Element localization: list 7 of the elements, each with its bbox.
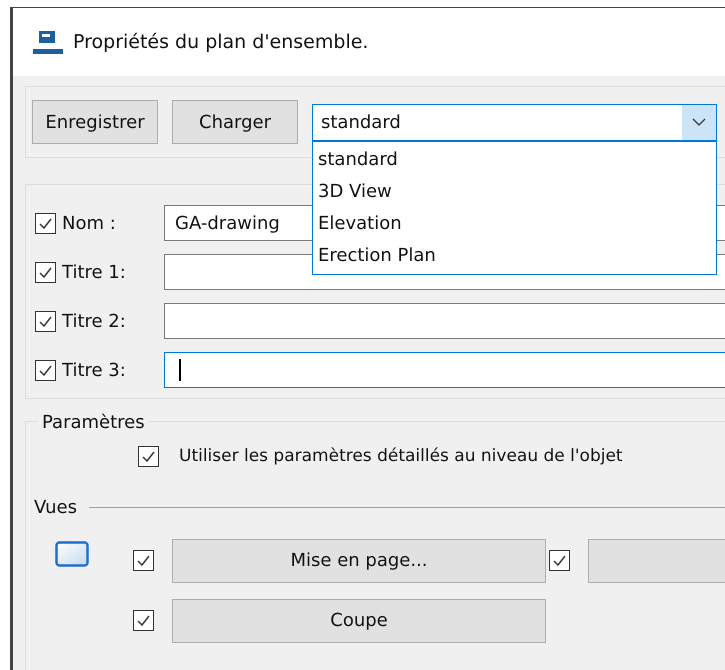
section-title: Vues (34, 496, 77, 520)
field-label: Titre 1: (62, 260, 127, 284)
field-label: Titre 2: (62, 310, 127, 334)
option-label: Utiliser les paramètres détaillés au niveau de l'objet (179, 445, 623, 468)
field-label: Titre 3: (62, 358, 127, 382)
field-label: Nom : (62, 212, 117, 236)
window-title: Propriétés du plan d'ensemble. (73, 30, 368, 55)
